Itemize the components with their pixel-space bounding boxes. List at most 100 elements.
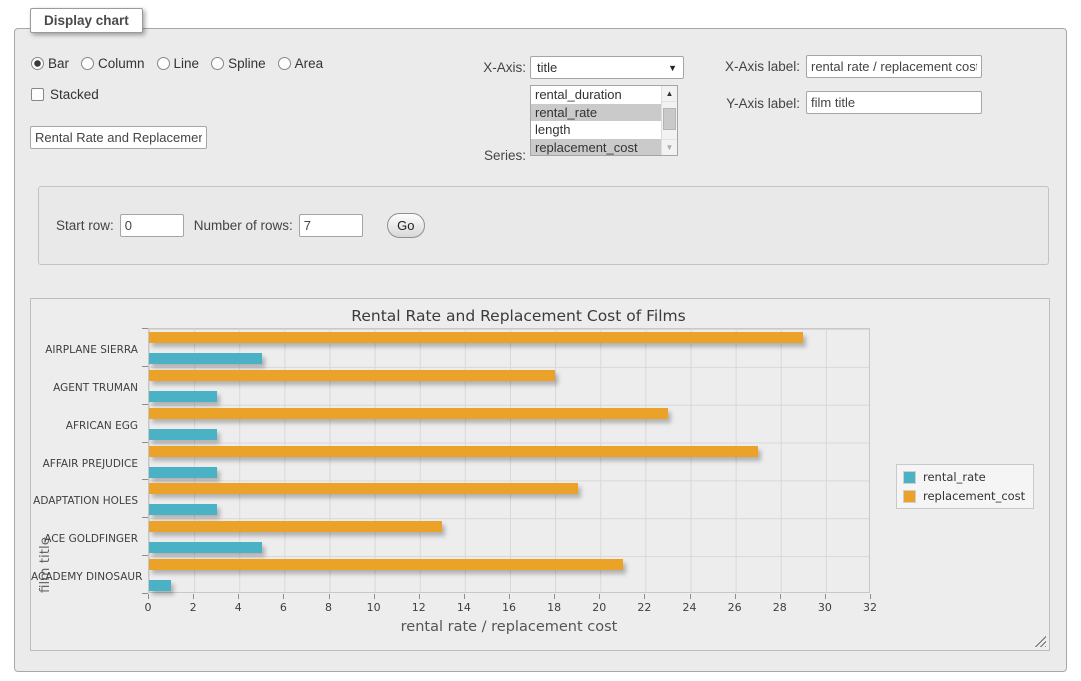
- bar-rental_rate: [149, 429, 217, 440]
- bar-rental_rate: [149, 542, 262, 553]
- x-axis-tick-label: 2: [178, 601, 208, 614]
- legend-label: replacement_cost: [923, 489, 1025, 503]
- x-axis-tick-label: 4: [223, 601, 253, 614]
- x-axis-tick-label: 28: [765, 601, 795, 614]
- go-button[interactable]: Go: [387, 213, 425, 238]
- x-axis-tick: [870, 594, 871, 599]
- chart-type-option-bar[interactable]: Bar: [31, 56, 69, 71]
- bar-rental_rate: [149, 353, 262, 364]
- x-axis-tick-label: 0: [133, 601, 163, 614]
- chart-type-option-line[interactable]: Line: [157, 56, 200, 71]
- y-axis-label-field-label: Y-Axis label:: [635, 96, 800, 111]
- x-axis-label-input[interactable]: [806, 55, 982, 78]
- start-row-input[interactable]: [120, 214, 184, 237]
- series-option-length[interactable]: length: [531, 121, 661, 139]
- y-axis-tick: [142, 366, 148, 367]
- chart-type-option-column[interactable]: Column: [81, 56, 145, 71]
- series-option-replacement_cost[interactable]: replacement_cost: [531, 139, 661, 156]
- x-axis-tick-label: 8: [314, 601, 344, 614]
- bar-rental_rate: [149, 580, 171, 591]
- x-axis-tick: [735, 594, 736, 599]
- stacked-checkbox[interactable]: [31, 88, 44, 101]
- x-axis-tick: [193, 594, 194, 599]
- x-axis-tick-label: 20: [584, 601, 614, 614]
- y-axis-tick: [142, 517, 148, 518]
- y-axis-tick: [142, 328, 148, 329]
- start-row-label: Start row:: [56, 218, 114, 233]
- plot-area: [148, 328, 870, 593]
- chart-type-option-area[interactable]: Area: [278, 56, 324, 71]
- x-axis-tick: [554, 594, 555, 599]
- chart-type-options: Bar Column Line Spline Area: [31, 56, 323, 71]
- y-axis-tick: [142, 442, 148, 443]
- category-label: AFFAIR PREJUDICE: [31, 458, 138, 470]
- chart-legend: rental_rate replacement_cost: [896, 464, 1034, 509]
- chart-type-radio-column[interactable]: [81, 57, 94, 70]
- bar-replacement_cost: [149, 370, 555, 381]
- chart-type-option-spline[interactable]: Spline: [211, 56, 266, 71]
- x-axis-tick-label: 12: [404, 601, 434, 614]
- chart-panel: Rental Rate and Replacement Cost of Film…: [30, 298, 1050, 651]
- chart-type-radio-line[interactable]: [157, 57, 170, 70]
- category-label: ADAPTATION HOLES: [31, 495, 138, 507]
- x-axis-tick-label: 24: [675, 601, 705, 614]
- num-rows-label: Number of rows:: [194, 218, 293, 233]
- x-axis-tick: [238, 594, 239, 599]
- y-axis-label-input[interactable]: [806, 91, 982, 114]
- chart-type-label: Bar: [48, 56, 69, 71]
- chart-type-radio-bar[interactable]: [31, 57, 44, 70]
- bar-replacement_cost: [149, 408, 668, 419]
- display-chart-fieldset: Display chart BarColumnLineSplineArea St…: [14, 28, 1067, 672]
- chart-type-radio-area[interactable]: [278, 57, 291, 70]
- num-rows-input[interactable]: [299, 214, 363, 237]
- scroll-down-icon[interactable]: ▼: [662, 139, 677, 155]
- x-axis-tick-label: 14: [449, 601, 479, 614]
- x-axis-tick-label: 22: [629, 601, 659, 614]
- bar-rental_rate: [149, 467, 217, 478]
- category-label: ACADEMY DINOSAUR: [31, 571, 138, 583]
- resize-handle-icon[interactable]: [1034, 635, 1046, 647]
- x-axis-select-label: X-Axis:: [361, 60, 526, 75]
- chart-type-radio-spline[interactable]: [211, 57, 224, 70]
- x-axis-tick-label: 10: [359, 601, 389, 614]
- bar-replacement_cost: [149, 446, 758, 457]
- x-axis-tick: [509, 594, 510, 599]
- x-axis-tick-label: 30: [810, 601, 840, 614]
- stacked-option[interactable]: Stacked: [31, 87, 99, 102]
- x-axis-tick: [329, 594, 330, 599]
- scrollbar-thumb[interactable]: [663, 108, 676, 130]
- x-axis-tick-label: 16: [494, 601, 524, 614]
- x-axis-tick: [644, 594, 645, 599]
- x-axis-tick: [148, 594, 149, 599]
- x-axis-tick: [283, 594, 284, 599]
- rows-form-panel: Start row: Number of rows: Go: [38, 186, 1049, 265]
- chart-title-input[interactable]: [30, 126, 207, 149]
- x-axis-tick: [419, 594, 420, 599]
- legend-swatch-icon: [903, 490, 916, 503]
- chart-type-label: Column: [98, 56, 145, 71]
- x-axis-tick: [780, 594, 781, 599]
- x-axis-tick: [825, 594, 826, 599]
- x-axis-tick-label: 6: [268, 601, 298, 614]
- chart-title: Rental Rate and Replacement Cost of Film…: [31, 307, 1006, 325]
- category-label: ACE GOLDFINGER: [31, 533, 138, 545]
- legend-entry-rental_rate: rental_rate: [903, 470, 1025, 484]
- y-axis-tick: [142, 479, 148, 480]
- stacked-label: Stacked: [50, 87, 99, 102]
- x-axis-label-field-label: X-Axis label:: [635, 59, 800, 74]
- bar-rental_rate: [149, 391, 217, 402]
- y-axis-tick: [142, 555, 148, 556]
- bar-replacement_cost: [149, 559, 623, 570]
- bar-rental_rate: [149, 504, 217, 515]
- category-label: AGENT TRUMAN: [31, 382, 138, 394]
- x-axis-tick-label: 18: [539, 601, 569, 614]
- x-axis-tick: [690, 594, 691, 599]
- category-label: AFRICAN EGG: [31, 420, 138, 432]
- x-axis-tick-label: 26: [720, 601, 750, 614]
- chart-type-label: Spline: [228, 56, 266, 71]
- y-axis-tick: [142, 404, 148, 405]
- legend-swatch-icon: [903, 471, 916, 484]
- chart-x-axis-title: rental rate / replacement cost: [148, 619, 870, 635]
- legend-label: rental_rate: [923, 470, 986, 484]
- bar-replacement_cost: [149, 483, 578, 494]
